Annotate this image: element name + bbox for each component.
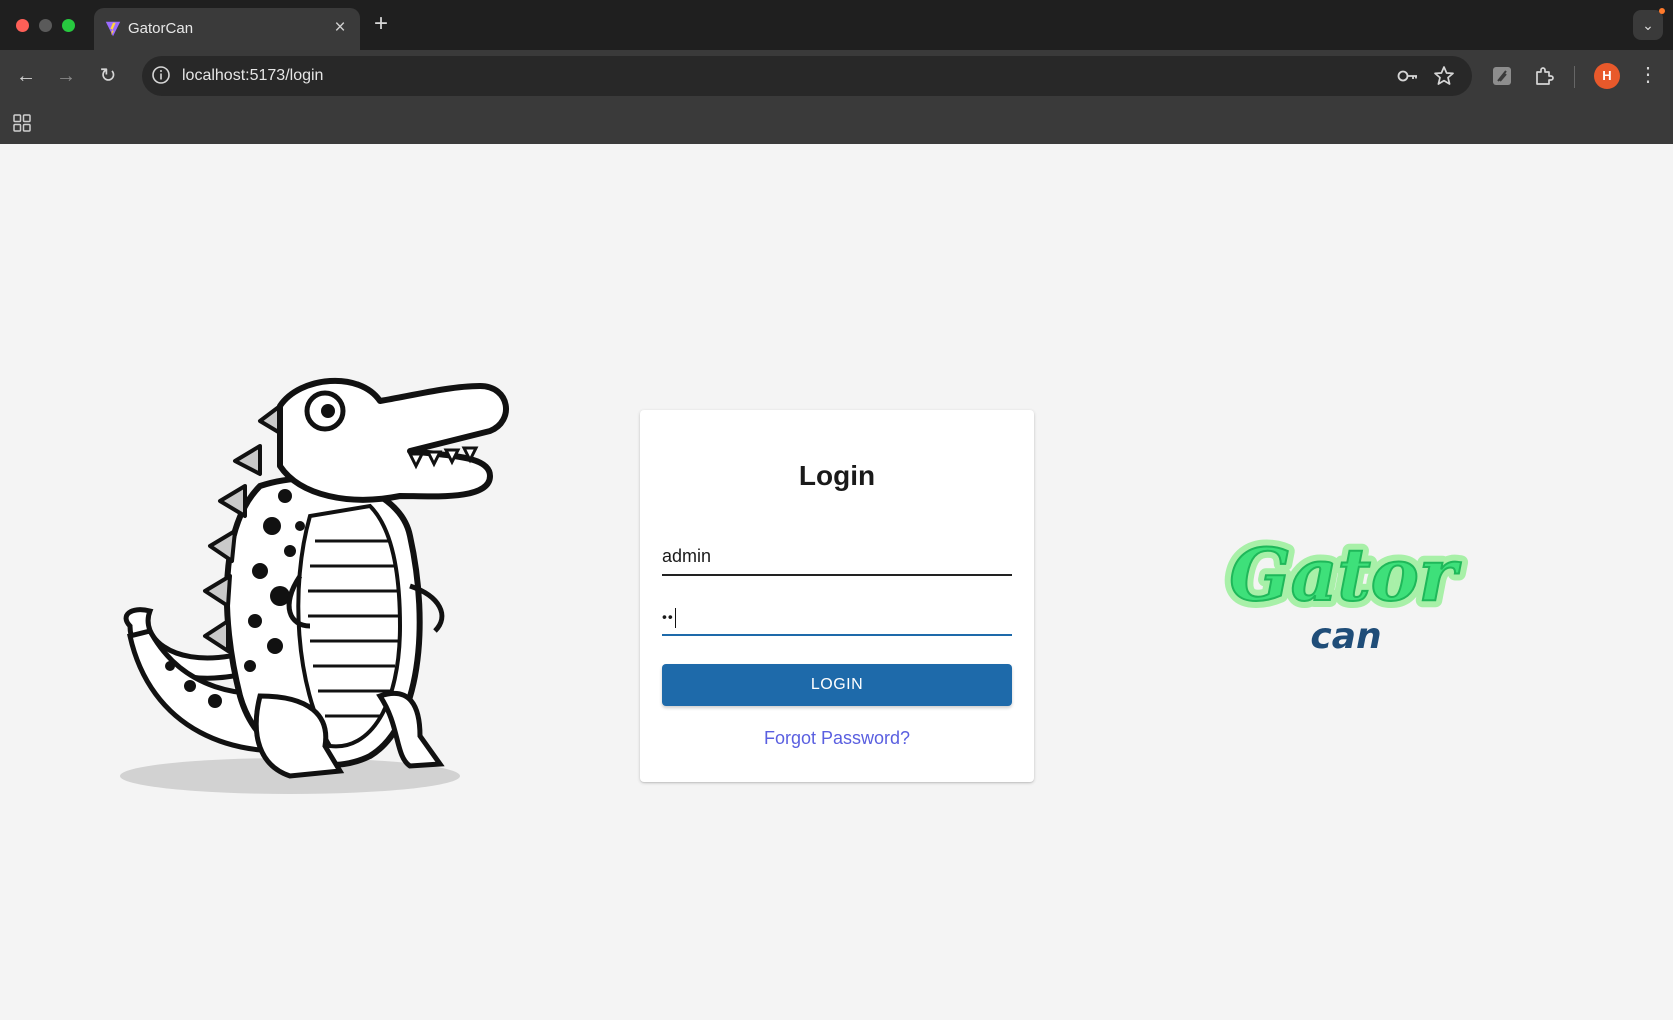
- username-field[interactable]: admin: [662, 538, 1012, 576]
- text-caret: [674, 608, 676, 628]
- browser-titlebar: GatorCan × + ⌄: [0, 0, 1673, 50]
- chevron-down-icon: ⌄: [1642, 17, 1654, 33]
- browser-toolbar: ← → ↻ localhost:5173/login H ⋮: [0, 50, 1673, 102]
- minimize-window-button[interactable]: [39, 19, 52, 32]
- password-field[interactable]: ••: [662, 598, 1012, 636]
- back-button[interactable]: ←: [12, 62, 40, 90]
- reload-button[interactable]: ↻: [94, 62, 122, 90]
- maximize-window-button[interactable]: [62, 19, 75, 32]
- logo-word-can: can: [1310, 616, 1381, 657]
- alligator-illustration: [120, 378, 509, 794]
- password-key-icon[interactable]: [1396, 65, 1420, 87]
- login-card: Login admin •• LOGIN Forgot Password?: [640, 410, 1034, 782]
- password-mask: ••: [662, 608, 674, 625]
- tab-search-button[interactable]: ⌄: [1633, 10, 1663, 40]
- address-url: localhost:5173/login: [182, 67, 324, 84]
- gatorcan-logo: Gator Gator can: [1222, 528, 1468, 657]
- new-tab-button[interactable]: +: [374, 10, 388, 38]
- vite-favicon-icon: [105, 21, 121, 37]
- forward-arrow-icon: →: [56, 65, 76, 87]
- tab-close-button[interactable]: ×: [330, 17, 350, 39]
- address-bar[interactable]: localhost:5173/login: [142, 56, 1472, 96]
- reload-icon: ↻: [99, 65, 117, 87]
- profile-avatar[interactable]: H: [1594, 63, 1620, 89]
- browser-tab[interactable]: GatorCan ×: [94, 8, 360, 50]
- back-arrow-icon: ←: [16, 65, 36, 87]
- close-window-button[interactable]: [16, 19, 29, 32]
- logo-word-gator: Gator: [1229, 532, 1461, 617]
- notification-dot: [1659, 8, 1665, 14]
- login-button[interactable]: LOGIN: [662, 664, 1012, 706]
- bookmark-star-icon[interactable]: [1432, 64, 1456, 88]
- login-heading: Login: [798, 460, 876, 491]
- apps-grid-icon[interactable]: [13, 114, 31, 132]
- bookmarks-bar: [0, 102, 1673, 145]
- username-value: admin: [662, 546, 712, 566]
- forward-button[interactable]: →: [52, 62, 80, 90]
- toolbar-separator: [1574, 66, 1575, 88]
- extensions-puzzle-icon[interactable]: [1532, 64, 1556, 88]
- more-menu-icon[interactable]: ⋮: [1638, 62, 1658, 87]
- site-info-icon[interactable]: [150, 64, 172, 86]
- forgot-password-link[interactable]: Forgot Password?: [640, 728, 1034, 749]
- password-value: ••: [662, 608, 676, 628]
- login-page: Login admin •• LOGIN Forgot Password? Ga…: [0, 144, 1673, 1020]
- tab-title: GatorCan: [128, 20, 194, 37]
- extension-app-icon[interactable]: [1490, 64, 1514, 88]
